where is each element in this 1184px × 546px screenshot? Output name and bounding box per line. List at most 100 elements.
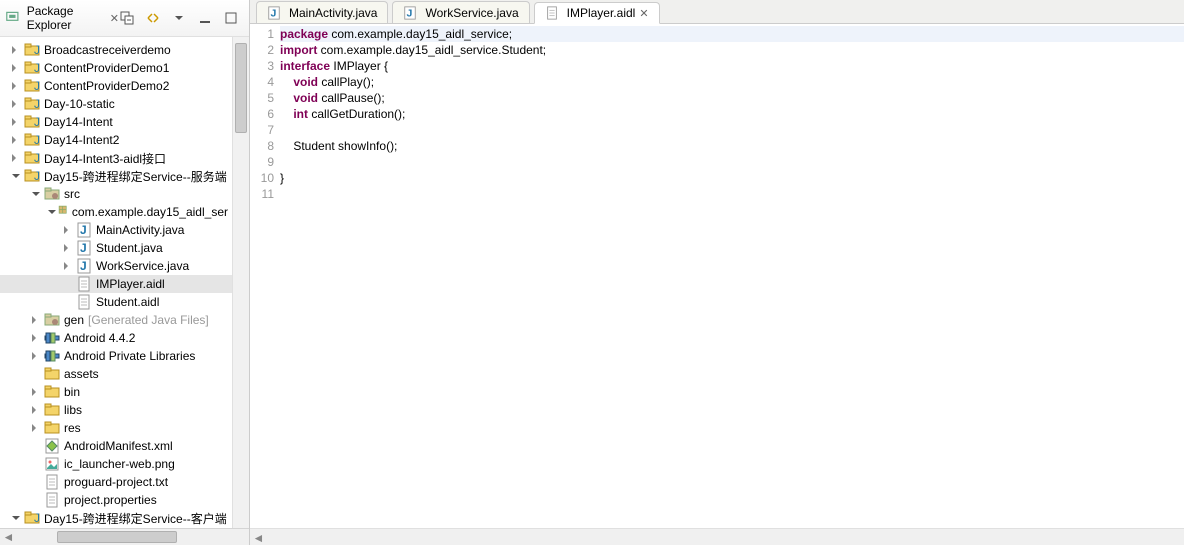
tree-item[interactable]: JDay-10-static [0,95,232,113]
vertical-scrollbar[interactable] [232,37,249,528]
tree-item[interactable]: JWorkService.java [0,257,232,275]
code-line[interactable]: void callPlay(); [280,74,1184,90]
tree-item[interactable]: com.example.day15_aidl_ser [0,203,232,221]
collapse-arrow-icon[interactable] [30,332,42,344]
tree-item[interactable]: JDay14-Intent2 [0,131,232,149]
view-menu-icon[interactable] [171,10,187,26]
collapse-arrow-icon[interactable] [30,404,42,416]
editor-tab[interactable]: IMPlayer.aidl✕ [534,2,660,24]
tree-item-decoration: [Generated Java Files] [88,313,209,327]
line-number: 11 [252,186,274,202]
scrollbar-thumb[interactable] [57,531,177,543]
folder-icon [44,402,60,418]
tree-item[interactable]: JDay14-Intent3-aidl接口 [0,149,232,167]
expand-arrow-icon[interactable] [10,512,22,524]
code-line[interactable]: Student showInfo(); [280,138,1184,154]
line-number: 7 [252,122,274,138]
collapse-all-icon[interactable] [119,10,135,26]
close-tab-icon[interactable]: ✕ [639,7,648,20]
svg-text:J: J [34,133,40,147]
tree-item-label: proguard-project.txt [64,475,168,489]
tree-item[interactable]: assets [0,365,232,383]
file-icon [76,276,92,292]
line-number: 3 [252,58,274,74]
expand-arrow-icon[interactable] [30,188,42,200]
tree-item[interactable]: res [0,419,232,437]
collapse-arrow-icon[interactable] [10,116,22,128]
tree-item-label: assets [64,367,99,381]
collapse-arrow-icon[interactable] [30,386,42,398]
tree-item[interactable]: JDay14-Intent [0,113,232,131]
tree-item[interactable]: JContentProviderDemo2 [0,77,232,95]
code-line[interactable] [280,154,1184,170]
package-explorer-icon [6,10,19,26]
collapse-arrow-icon[interactable] [10,152,22,164]
code-editor[interactable]: 1234567891011 package com.example.day15_… [250,24,1184,528]
tree-item[interactable]: JMainActivity.java [0,221,232,239]
tree-item[interactable]: Student.aidl [0,293,232,311]
minimize-icon[interactable] [197,10,213,26]
tree-item[interactable]: gen[Generated Java Files] [0,311,232,329]
tree-item[interactable]: JBroadcastreceiverdemo [0,41,232,59]
package-explorer-tree[interactable]: JBroadcastreceiverdemoJContentProviderDe… [0,37,232,528]
tree-item[interactable]: src [0,185,232,203]
collapse-arrow-icon[interactable] [30,422,42,434]
java-icon: J [76,222,92,238]
tree-item-label: Day15-跨进程绑定Service--服务端 [44,168,227,185]
svg-text:J: J [271,7,277,19]
tree-item[interactable]: proguard-project.txt [0,473,232,491]
expand-arrow-icon[interactable] [10,170,22,182]
collapse-arrow-icon[interactable] [10,44,22,56]
tree-item[interactable]: Android Private Libraries [0,347,232,365]
collapse-arrow-icon[interactable] [10,134,22,146]
code-line[interactable]: } [280,170,1184,186]
collapse-arrow-icon[interactable] [30,350,42,362]
tree-item[interactable]: libs [0,401,232,419]
code-line[interactable]: interface IMPlayer { [280,58,1184,74]
code-content[interactable]: package com.example.day15_aidl_service;i… [280,24,1184,528]
tree-item[interactable]: J ContentProviderDemo1 [0,59,232,77]
code-line[interactable]: import com.example.day15_aidl_service.St… [280,42,1184,58]
tree-item[interactable]: project.properties [0,491,232,509]
tree-item[interactable]: Android 4.4.2 [0,329,232,347]
tree-item-label: ContentProviderDemo1 [44,61,169,75]
tab-label: IMPlayer.aidl [567,6,636,20]
tree-item[interactable]: JDay15-跨进程绑定Service--客户端 [0,509,232,527]
code-line[interactable]: void callPause(); [280,90,1184,106]
link-editor-icon[interactable] [145,10,161,26]
code-line[interactable]: package com.example.day15_aidl_service; [280,26,1184,42]
editor-tab[interactable]: JMainActivity.java [256,1,388,23]
tree-item[interactable]: JStudent.java [0,239,232,257]
tree-item[interactable]: ic_launcher-web.png [0,455,232,473]
svg-text:J: J [34,511,40,525]
code-line[interactable]: int callGetDuration(); [280,106,1184,122]
tree-item[interactable]: AndroidManifest.xml [0,437,232,455]
editor-horizontal-scrollbar[interactable]: ◄ [250,528,1184,545]
svg-text:J: J [34,97,40,111]
tree-item[interactable]: IMPlayer.aidl [0,275,232,293]
maximize-icon[interactable] [223,10,239,26]
code-line[interactable] [280,122,1184,138]
line-number: 1 [252,26,274,42]
project-icon: J [24,60,40,76]
editor-tab[interactable]: JWorkService.java [392,1,529,23]
svg-text:J: J [34,115,40,129]
tree-item[interactable]: JDay15-跨进程绑定Service--服务端 [0,167,232,185]
collapse-arrow-icon[interactable] [10,62,22,74]
collapse-arrow-icon[interactable] [30,314,42,326]
scrollbar-thumb[interactable] [235,43,247,133]
collapse-arrow-icon[interactable] [62,242,74,254]
collapse-arrow-icon[interactable] [10,80,22,92]
collapse-arrow-icon[interactable] [10,98,22,110]
editor-tabbar: JMainActivity.javaJWorkService.javaIMPla… [250,0,1184,24]
collapse-arrow-icon[interactable] [62,260,74,272]
line-number: 2 [252,42,274,58]
tree-item[interactable]: bin [0,383,232,401]
tab-label: WorkService.java [425,6,518,20]
collapse-arrow-icon[interactable] [62,224,74,236]
close-icon[interactable]: ✕ [110,12,119,25]
horizontal-scrollbar[interactable]: ◄ [0,528,249,545]
expand-arrow-icon[interactable] [46,206,55,218]
code-line[interactable] [280,186,1184,202]
project-icon: J [24,132,40,148]
